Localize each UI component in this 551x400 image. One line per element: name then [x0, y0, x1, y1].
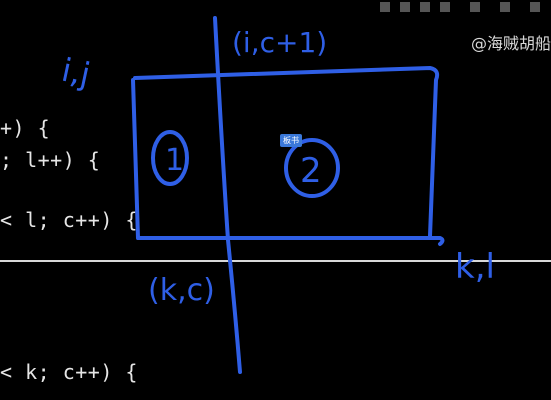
toolbar-icon-5 — [470, 2, 480, 12]
label-k-c: (k,c) — [148, 273, 215, 308]
board-badge: 板书 — [280, 134, 302, 147]
toolbar-icon-3 — [420, 2, 430, 12]
toolbar-icon-4 — [440, 2, 450, 12]
ink-vertical-line — [213, 16, 242, 374]
label-i-c-plus-1: (i,c+1) — [232, 26, 327, 59]
region-1-label: 1 — [165, 143, 184, 178]
toolbar-icons — [380, 2, 540, 12]
label-i-j: i,j — [58, 51, 93, 94]
label-k-l: k,l — [455, 247, 495, 287]
toolbar-icon-7 — [530, 2, 540, 12]
toolbar-icon-1 — [380, 2, 390, 12]
region-2-label: 2 — [300, 151, 322, 191]
handwriting-canvas: 1 2 i,j (i,c+1) (k,c) k,l — [58, 2, 540, 374]
toolbar-icon-6 — [500, 2, 510, 12]
toolbar-icon-2 — [400, 2, 410, 12]
